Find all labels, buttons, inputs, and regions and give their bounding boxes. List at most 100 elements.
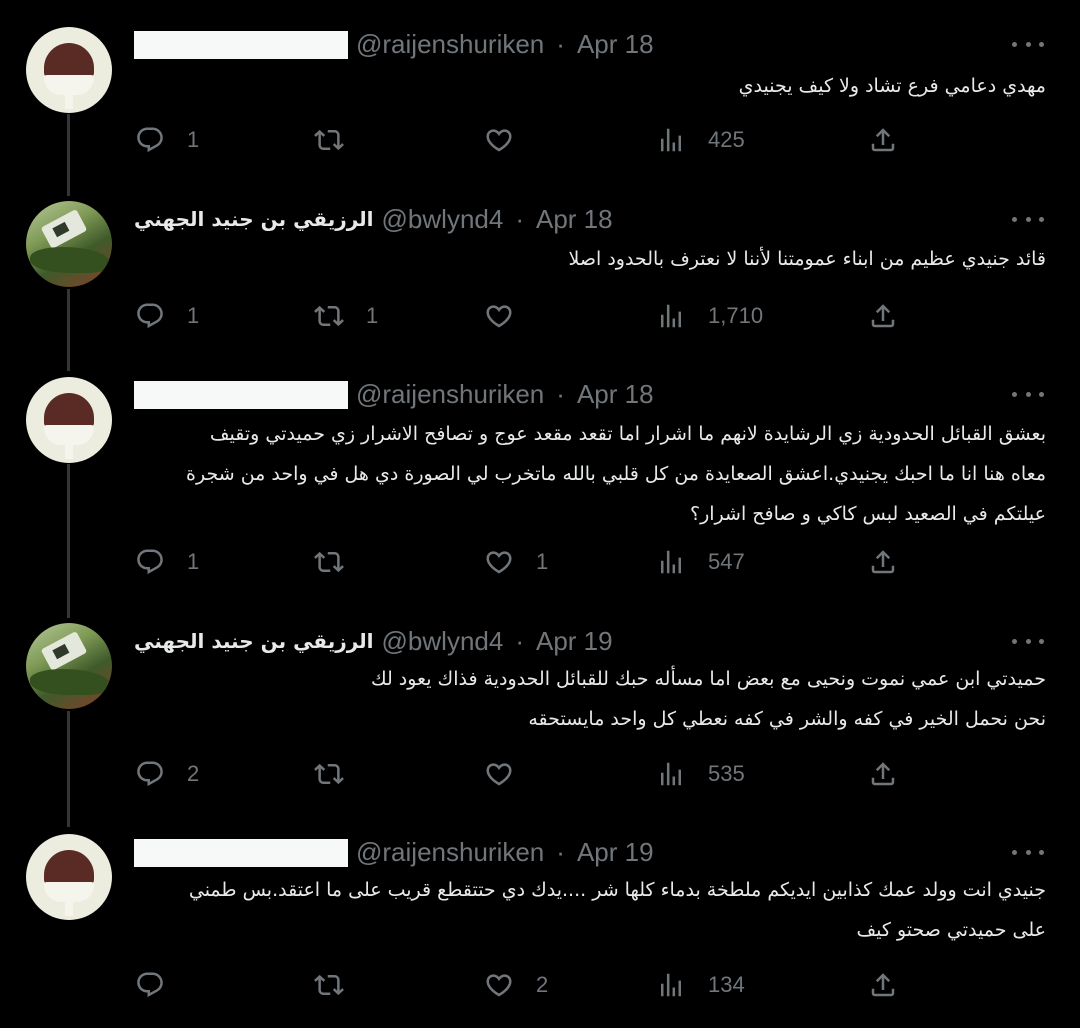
like-button[interactable] (484, 120, 536, 160)
tweet[interactable]: الرزيقي بن جنيد الجهني @bwlynd4 · Apr 18… (0, 199, 1080, 359)
tweet-header: الرزيقي بن جنيد الجهني @bwlynd4 · Apr 18 (134, 199, 613, 239)
tweet[interactable]: الرزيقي بن جنيد الجهني @bwlynd4 · Apr 19… (0, 621, 1080, 801)
uchiha-fan-handle (65, 896, 73, 916)
user-handle[interactable]: @bwlynd4 (382, 204, 504, 235)
more-options-button[interactable] (1012, 389, 1044, 399)
reply-count: 1 (187, 303, 200, 328)
retweet-button[interactable]: 1 (314, 296, 378, 336)
views-icon (661, 762, 681, 786)
separator-dot: · (515, 203, 524, 234)
conversation-thread: @raijenshuriken · Apr 18 مهدي دعامي فرع … (0, 0, 1080, 1028)
view-count: 1,710 (708, 303, 764, 328)
more-icon (1012, 638, 1017, 644)
views-icon (661, 550, 681, 574)
avatar[interactable] (26, 377, 112, 463)
reply-button[interactable]: 2 (135, 754, 199, 794)
tweet-date[interactable]: Apr 18 (577, 29, 654, 60)
reply-button[interactable] (135, 965, 187, 1005)
retweet-button[interactable] (314, 754, 366, 794)
more-icon-dot (1025, 638, 1031, 644)
tweet-header: @raijenshuriken · Apr 18 (356, 24, 654, 64)
more-options-button[interactable] (1012, 636, 1044, 646)
more-icon-dot (1025, 391, 1031, 397)
retweet-icon (314, 974, 344, 996)
share-button[interactable] (868, 542, 898, 582)
more-icon (1012, 216, 1017, 222)
like-count: 1 (536, 549, 549, 574)
more-options-button[interactable] (1012, 214, 1044, 224)
more-icon-dot (1039, 849, 1044, 855)
share-button[interactable] (868, 120, 898, 160)
share-button[interactable] (868, 965, 898, 1005)
tweet-text: قائد جنيدي عظيم من ابناء عمومتنا لأننا ل… (126, 239, 1046, 279)
tweet[interactable]: @raijenshuriken · Apr 18 بعشق القبائل ال… (0, 374, 1080, 594)
avatar[interactable] (26, 201, 112, 287)
tweet-date[interactable]: Apr 18 (536, 204, 613, 235)
separator-dot: · (556, 378, 565, 409)
like-button[interactable]: 2 (484, 965, 548, 1005)
views-button[interactable]: 425 (656, 120, 745, 160)
tweet-actions: 1 1 547 (0, 542, 1080, 582)
avatar[interactable] (26, 27, 112, 113)
tweet-actions: 2 134 (0, 965, 1080, 1005)
reply-count: 1 (187, 549, 200, 574)
tweet-header: @raijenshuriken · Apr 18 (356, 374, 654, 414)
retweet-button[interactable] (314, 965, 366, 1005)
views-icon (661, 304, 681, 328)
user-handle[interactable]: @bwlynd4 (382, 626, 504, 657)
retweet-button[interactable] (314, 542, 366, 582)
views-icon (661, 128, 681, 152)
heart-icon (486, 305, 512, 328)
more-icon-dot (1039, 638, 1044, 644)
separator-dot: · (556, 28, 565, 59)
tweet-date[interactable]: Apr 18 (577, 379, 654, 410)
retweet-icon (314, 305, 344, 327)
reply-button[interactable]: 1 (135, 120, 199, 160)
views-button[interactable]: 547 (656, 542, 745, 582)
avatar[interactable] (26, 623, 112, 709)
tweet-text-line: عيلتكم في الصعيد لبس كاكي و صافح اشرار؟ (690, 503, 1046, 525)
like-button[interactable]: 1 (484, 542, 548, 582)
separator-dot: · (556, 836, 565, 867)
user-handle[interactable]: @raijenshuriken (356, 837, 544, 868)
share-button[interactable] (868, 754, 898, 794)
display-name[interactable]: الرزيقي بن جنيد الجهني (134, 629, 374, 653)
avatar[interactable] (26, 834, 112, 920)
reply-button[interactable]: 1 (135, 542, 199, 582)
retweet-button[interactable] (314, 120, 366, 160)
more-options-button[interactable] (1012, 847, 1044, 857)
tweet-date[interactable]: Apr 19 (536, 626, 613, 657)
uchiha-fan-icon (44, 393, 94, 427)
tweet[interactable]: @raijenshuriken · Apr 19 جنيدي انت وولد … (0, 832, 1080, 1022)
like-button[interactable] (484, 754, 536, 794)
more-options-button[interactable] (1012, 39, 1044, 49)
reply-icon (137, 127, 163, 153)
heart-icon (486, 551, 512, 574)
tweet-actions: 1 425 (0, 120, 1080, 160)
user-handle[interactable]: @raijenshuriken (356, 29, 544, 60)
like-count: 2 (536, 972, 549, 997)
more-icon (1012, 849, 1017, 855)
redacted-display-name (134, 381, 348, 409)
avatar-car (40, 209, 88, 249)
like-button[interactable] (484, 296, 536, 336)
tweet-actions: 1 1 1,710 (0, 296, 1080, 336)
reply-button[interactable]: 1 (135, 296, 199, 336)
view-count: 134 (708, 972, 745, 997)
tweet-text-line: حميدتي ابن عمي نموت ونحيى مع بعض اما مسأ… (370, 668, 1046, 690)
user-handle[interactable]: @raijenshuriken (356, 379, 544, 410)
tweet-header: @raijenshuriken · Apr 19 (356, 832, 654, 872)
views-button[interactable]: 134 (656, 965, 745, 1005)
more-icon-dot (1025, 849, 1031, 855)
display-name[interactable]: الرزيقي بن جنيد الجهني (134, 207, 374, 231)
tweet[interactable]: @raijenshuriken · Apr 18 مهدي دعامي فرع … (0, 24, 1080, 184)
heart-icon (486, 974, 512, 997)
views-button[interactable]: 535 (656, 754, 745, 794)
tweet-header: الرزيقي بن جنيد الجهني @bwlynd4 · Apr 19 (134, 621, 613, 661)
view-count: 425 (708, 127, 745, 152)
tweet-date[interactable]: Apr 19 (577, 837, 654, 868)
share-button[interactable] (868, 296, 898, 336)
views-button[interactable]: 1,710 (656, 296, 763, 336)
tweet-text-line: مهدي دعامي فرع تشاد ولا كيف يجنيدي (738, 75, 1046, 97)
tweet-text-line: نحن نحمل الخير في كفه والشر في كفه نعطي … (528, 708, 1046, 730)
